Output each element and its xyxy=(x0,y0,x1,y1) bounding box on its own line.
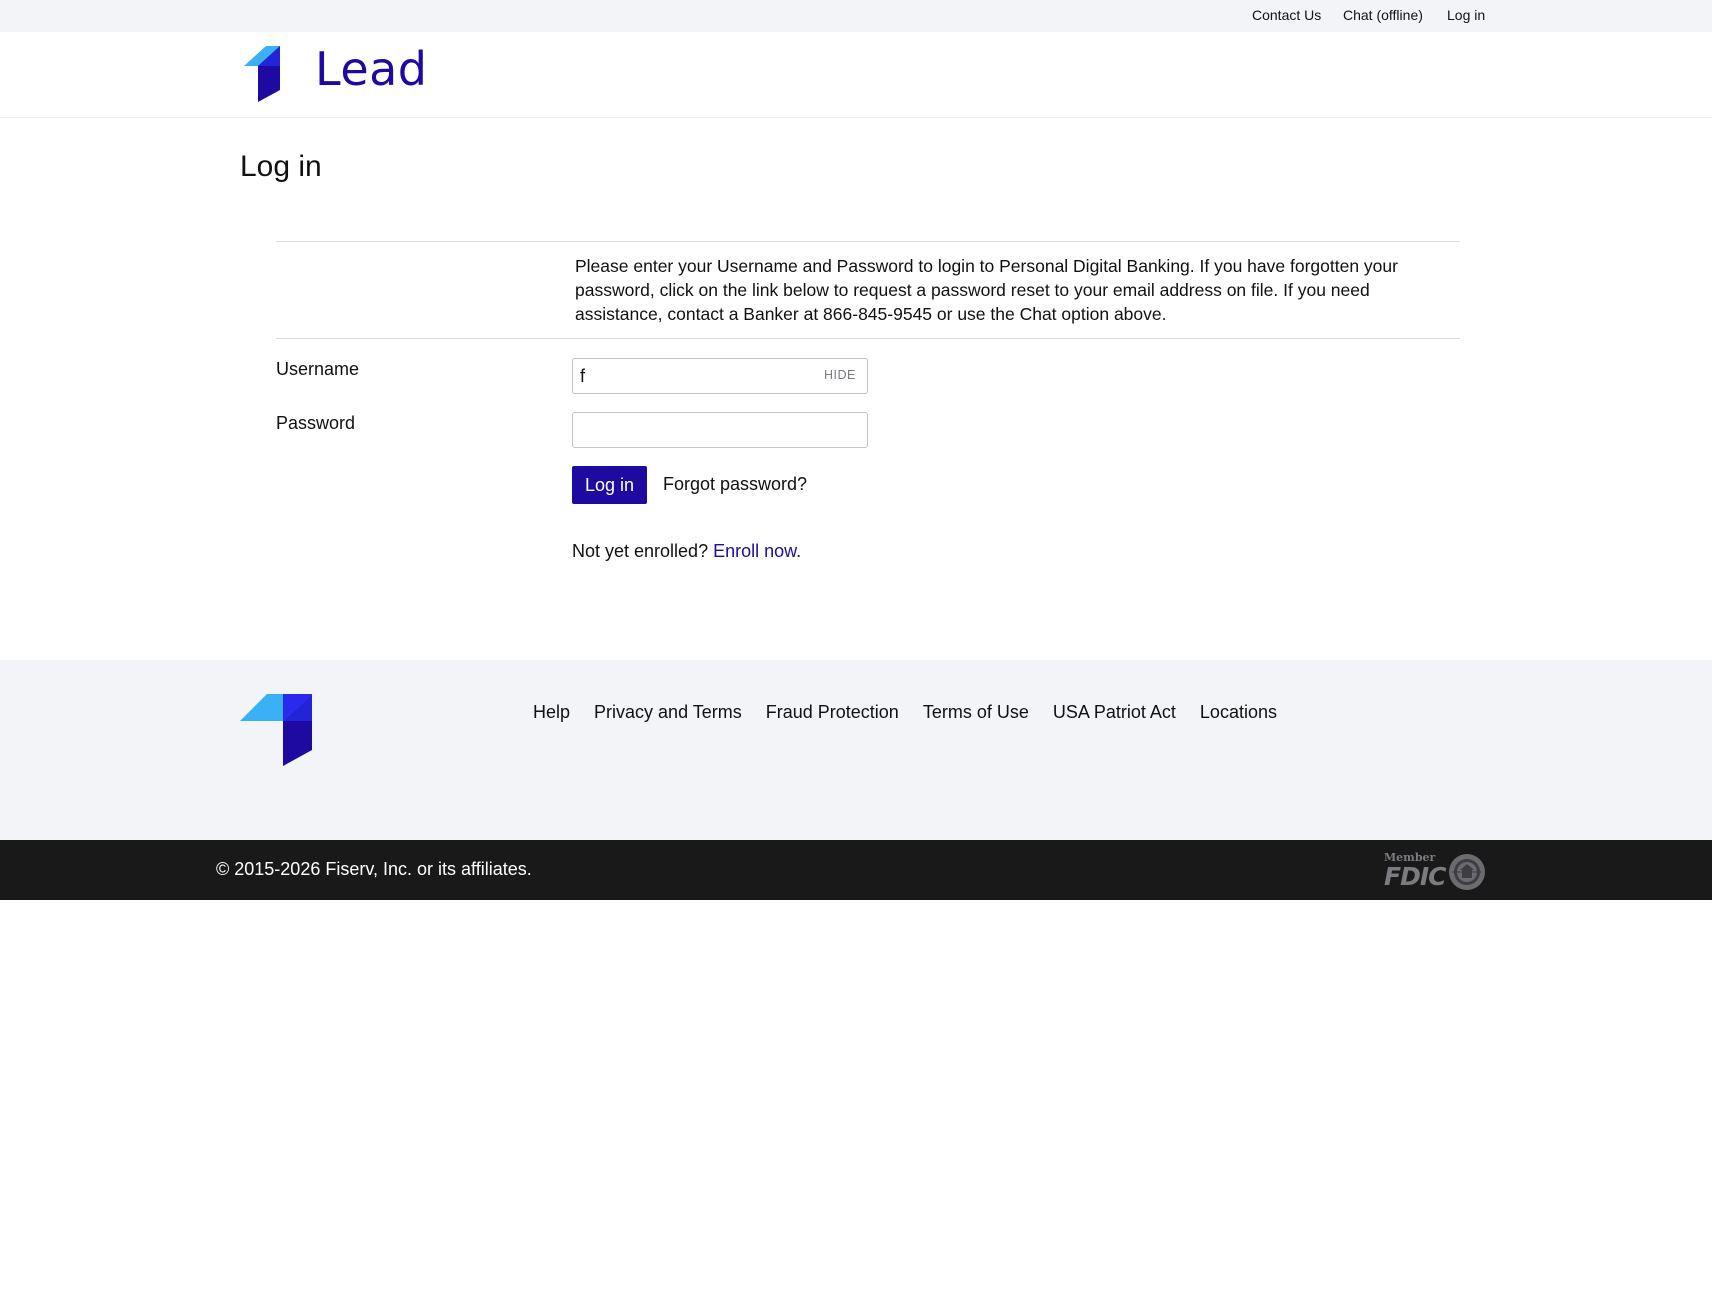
enroll-period: . xyxy=(796,541,802,561)
legal-bar: © 2015-2026 Fiserv, Inc. or its affiliat… xyxy=(0,840,1712,900)
forgot-password-link[interactable]: Forgot password? xyxy=(663,474,807,495)
username-label: Username xyxy=(276,359,360,379)
footer-link-patriot-act[interactable]: USA Patriot Act xyxy=(1053,702,1176,723)
login-instructions: Please enter your Username and Password … xyxy=(575,256,1398,324)
divider xyxy=(276,338,1460,339)
footer-link-fraud[interactable]: Fraud Protection xyxy=(766,702,899,723)
hide-username-toggle[interactable]: HIDE xyxy=(824,368,856,382)
chat-link[interactable]: Chat (offline) xyxy=(1343,7,1423,23)
login-button[interactable]: Log in xyxy=(572,466,647,504)
divider xyxy=(276,241,1460,242)
top-login-link[interactable]: Log in xyxy=(1447,7,1485,23)
enroll-line: Not yet enrolled? Enroll now. xyxy=(572,541,801,562)
enroll-prompt: Not yet enrolled? xyxy=(572,541,709,561)
footer-link-help[interactable]: Help xyxy=(533,702,570,723)
brand-wordmark[interactable]: Lead xyxy=(315,42,428,96)
footer-logo-icon[interactable] xyxy=(240,694,312,771)
top-utility-bar: Contact Us Chat (offline) Log in xyxy=(0,0,1712,32)
site-header: Lead xyxy=(0,32,1712,118)
footer-link-terms[interactable]: Terms of Use xyxy=(923,702,1029,723)
password-input[interactable] xyxy=(572,412,868,448)
enroll-now-link[interactable]: Enroll now xyxy=(713,541,796,561)
copyright-text: © 2015-2026 Fiserv, Inc. or its affiliat… xyxy=(216,859,532,879)
footer-link-privacy[interactable]: Privacy and Terms xyxy=(594,702,742,723)
footer-links: Help Privacy and Terms Fraud Protection … xyxy=(533,702,1277,723)
site-footer: Help Privacy and Terms Fraud Protection … xyxy=(0,660,1712,840)
page-title: Log in xyxy=(240,150,322,183)
contact-us-link[interactable]: Contact Us xyxy=(1252,7,1321,23)
fdic-label: FDIC xyxy=(1384,862,1446,891)
equal-housing-seal-icon xyxy=(1448,853,1486,896)
footer-link-locations[interactable]: Locations xyxy=(1200,702,1277,723)
password-label: Password xyxy=(276,413,356,433)
lead-logo-icon[interactable] xyxy=(244,46,302,107)
